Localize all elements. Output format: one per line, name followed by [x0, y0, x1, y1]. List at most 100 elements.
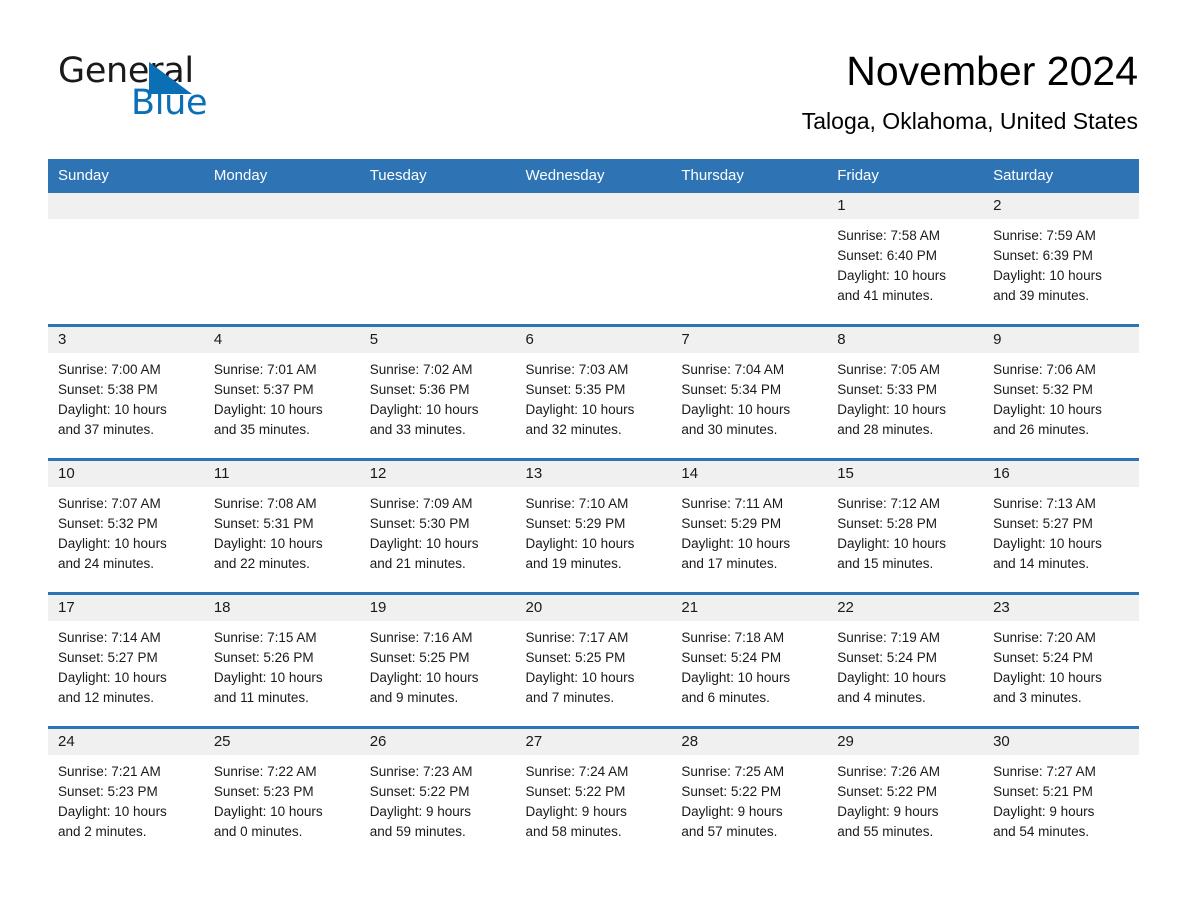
day-details [360, 219, 516, 226]
day-cell[interactable]: 24 Sunrise: 7:21 AM Sunset: 5:23 PM Dayligh… [48, 729, 204, 860]
day-cell[interactable]: 11 Sunrise: 7:08 AM Sunset: 5:31 PM Dayligh… [203, 461, 360, 592]
day-number: 25 [203, 729, 360, 755]
day-cell[interactable]: 19 Sunrise: 7:16 AM Sunset: 5:25 PM Dayligh… [359, 595, 516, 726]
day-cell-inner: 6 Sunrise: 7:03 AM Sunset: 5:35 PM Daylight… [515, 327, 672, 458]
daylight-text-cont: and 59 minutes. [369, 824, 466, 839]
day-number: 23 [983, 595, 1139, 621]
day-details: Sunrise: 7:01 AM Sunset: 5:37 PM Daylight:… [204, 353, 360, 440]
day-details: Sunrise: 7:00 AM Sunset: 5:38 PM Daylight:… [48, 353, 204, 440]
day-cell[interactable]: 25 Sunrise: 7:22 AM Sunset: 5:23 PM Dayligh… [203, 729, 360, 860]
day-number [671, 193, 828, 219]
daylight-text-cont: and 2 minutes. [58, 824, 147, 839]
day-cell[interactable]: 4 Sunrise: 7:01 AM Sunset: 5:37 PM Daylight… [203, 327, 360, 458]
week-row: 24 Sunrise: 7:21 AM Sunset: 5:23 PM Dayligh… [48, 729, 1139, 860]
day-cell[interactable]: 13 Sunrise: 7:10 AM Sunset: 5:29 PM Dayligh… [515, 461, 672, 592]
daylight-text: Daylight: 10 hours [369, 402, 479, 417]
daylight-text: Daylight: 10 hours [369, 670, 479, 685]
sunrise-text: Sunrise: 7:05 AM [837, 362, 941, 377]
sunrise-text: Sunrise: 7:25 AM [681, 764, 785, 779]
calendar-head: Sunday Monday Tuesday Wednesday Thursday… [48, 159, 1139, 193]
daylight-text-cont: and 57 minutes. [681, 824, 778, 839]
daylight-text: Daylight: 10 hours [369, 536, 479, 551]
day-cell[interactable]: 2 Sunrise: 7:59 AM Sunset: 6:39 PM Daylight… [983, 193, 1139, 324]
day-cell[interactable]: 12 Sunrise: 7:09 AM Sunset: 5:30 PM Dayligh… [359, 461, 516, 592]
daylight-text-cont: and 9 minutes. [369, 690, 459, 705]
day-cell-inner: 25 Sunrise: 7:22 AM Sunset: 5:23 PM Dayligh… [203, 729, 360, 860]
sunrise-text: Sunrise: 7:16 AM [369, 630, 473, 645]
day-cell[interactable]: 1 Sunrise: 7:58 AM Sunset: 6:40 PM Daylight… [827, 193, 984, 324]
daylight-text-cont: and 26 minutes. [993, 422, 1090, 437]
day-cell[interactable]: 6 Sunrise: 7:03 AM Sunset: 5:35 PM Daylight… [515, 327, 672, 458]
weekday-header-friday: Friday [827, 159, 984, 193]
sunset-text: Sunset: 5:27 PM [58, 650, 158, 665]
sunset-text: Sunset: 5:27 PM [993, 516, 1093, 531]
daylight-text: Daylight: 10 hours [681, 402, 791, 417]
day-details: Sunrise: 7:10 AM Sunset: 5:29 PM Daylight:… [516, 487, 672, 574]
day-cell[interactable]: 22 Sunrise: 7:19 AM Sunset: 5:24 PM Dayligh… [827, 595, 984, 726]
day-number: 15 [827, 461, 984, 487]
day-cell-inner: 26 Sunrise: 7:23 AM Sunset: 5:22 PM Dayligh… [359, 729, 516, 860]
day-number: 16 [983, 461, 1139, 487]
day-cell[interactable]: 10 Sunrise: 7:07 AM Sunset: 5:32 PM Dayligh… [48, 461, 204, 592]
day-cell-inner [359, 193, 516, 324]
sunset-text: Sunset: 6:40 PM [837, 248, 938, 263]
day-cell-inner: 28 Sunrise: 7:25 AM Sunset: 5:22 PM Dayligh… [671, 729, 828, 860]
general-blue-logo[interactable]: General Blue [58, 52, 318, 122]
sunset-text: Sunset: 5:22 PM [369, 784, 470, 799]
day-cell[interactable]: 23 Sunrise: 7:20 AM Sunset: 5:24 PM Dayligh… [983, 595, 1139, 726]
daylight-text-cont: and 11 minutes. [213, 690, 309, 705]
sunset-text: Sunset: 5:22 PM [525, 784, 626, 799]
day-cell[interactable]: 15 Sunrise: 7:12 AM Sunset: 5:28 PM Dayligh… [827, 461, 984, 592]
day-details: Sunrise: 7:17 AM Sunset: 5:25 PM Daylight:… [516, 621, 672, 708]
daylight-text-cont: and 14 minutes. [993, 556, 1090, 571]
day-cell[interactable]: 16 Sunrise: 7:13 AM Sunset: 5:27 PM Dayligh… [983, 461, 1139, 592]
day-cell[interactable]: 3 Sunrise: 7:00 AM Sunset: 5:38 PM Daylight… [48, 327, 204, 458]
day-cell[interactable]: 20 Sunrise: 7:17 AM Sunset: 5:25 PM Dayligh… [515, 595, 672, 726]
sunrise-text: Sunrise: 7:22 AM [213, 764, 317, 779]
day-cell[interactable]: 18 Sunrise: 7:15 AM Sunset: 5:26 PM Dayligh… [203, 595, 360, 726]
day-cell[interactable]: 29 Sunrise: 7:26 AM Sunset: 5:22 PM Dayligh… [827, 729, 984, 860]
day-cell-inner [48, 193, 204, 324]
day-details: Sunrise: 7:19 AM Sunset: 5:24 PM Daylight:… [827, 621, 983, 708]
day-cell[interactable]: 27 Sunrise: 7:24 AM Sunset: 5:22 PM Dayligh… [515, 729, 672, 860]
sunset-text: Sunset: 5:28 PM [837, 516, 938, 531]
day-number: 19 [359, 595, 516, 621]
day-cell[interactable]: 17 Sunrise: 7:14 AM Sunset: 5:27 PM Dayligh… [48, 595, 204, 726]
day-cell-empty [203, 193, 360, 324]
day-cell[interactable]: 30 Sunrise: 7:27 AM Sunset: 5:21 PM Dayligh… [983, 729, 1139, 860]
sunrise-text: Sunrise: 7:03 AM [525, 362, 629, 377]
day-cell-inner: 20 Sunrise: 7:17 AM Sunset: 5:25 PM Dayligh… [515, 595, 672, 726]
day-details [48, 219, 204, 226]
day-cell[interactable]: 9 Sunrise: 7:06 AM Sunset: 5:32 PM Daylight… [983, 327, 1139, 458]
sunset-text: Sunset: 5:22 PM [681, 784, 782, 799]
sunset-text: Sunset: 5:25 PM [525, 650, 626, 665]
day-details: Sunrise: 7:12 AM Sunset: 5:28 PM Daylight:… [827, 487, 983, 574]
day-number: 24 [48, 729, 204, 755]
day-cell[interactable]: 14 Sunrise: 7:11 AM Sunset: 5:29 PM Dayligh… [671, 461, 828, 592]
sunrise-text: Sunrise: 7:10 AM [525, 496, 629, 511]
day-number: 17 [48, 595, 204, 621]
day-details: Sunrise: 7:06 AM Sunset: 5:32 PM Daylight:… [983, 353, 1139, 440]
day-cell[interactable]: 26 Sunrise: 7:23 AM Sunset: 5:22 PM Dayligh… [359, 729, 516, 860]
day-cell[interactable]: 21 Sunrise: 7:18 AM Sunset: 5:24 PM Dayligh… [671, 595, 828, 726]
day-details: Sunrise: 7:27 AM Sunset: 5:21 PM Daylight:… [983, 755, 1139, 842]
day-details: Sunrise: 7:23 AM Sunset: 5:22 PM Daylight:… [360, 755, 516, 842]
logo-word-blue: Blue [131, 83, 208, 123]
day-cell[interactable]: 8 Sunrise: 7:05 AM Sunset: 5:33 PM Daylight… [827, 327, 984, 458]
day-cell[interactable]: 5 Sunrise: 7:02 AM Sunset: 5:36 PM Daylight… [359, 327, 516, 458]
day-cell[interactable]: 7 Sunrise: 7:04 AM Sunset: 5:34 PM Daylight… [671, 327, 828, 458]
day-details: Sunrise: 7:13 AM Sunset: 5:27 PM Daylight:… [983, 487, 1139, 574]
day-cell-inner [515, 193, 672, 324]
day-details: Sunrise: 7:20 AM Sunset: 5:24 PM Daylight:… [983, 621, 1139, 708]
day-cell-empty [359, 193, 516, 324]
day-number [359, 193, 516, 219]
sunrise-text: Sunrise: 7:07 AM [58, 496, 161, 511]
day-cell-inner: 4 Sunrise: 7:01 AM Sunset: 5:37 PM Daylight… [203, 327, 360, 458]
sunrise-text: Sunrise: 7:24 AM [525, 764, 629, 779]
daylight-text-cont: and 15 minutes. [837, 556, 934, 571]
calendar-table: Sunday Monday Tuesday Wednesday Thursday… [48, 159, 1139, 860]
day-cell-inner: 14 Sunrise: 7:11 AM Sunset: 5:29 PM Dayligh… [671, 461, 828, 592]
sunset-text: Sunset: 5:25 PM [369, 650, 470, 665]
day-details: Sunrise: 7:15 AM Sunset: 5:26 PM Daylight:… [204, 621, 360, 708]
day-cell[interactable]: 28 Sunrise: 7:25 AM Sunset: 5:22 PM Dayligh… [671, 729, 828, 860]
